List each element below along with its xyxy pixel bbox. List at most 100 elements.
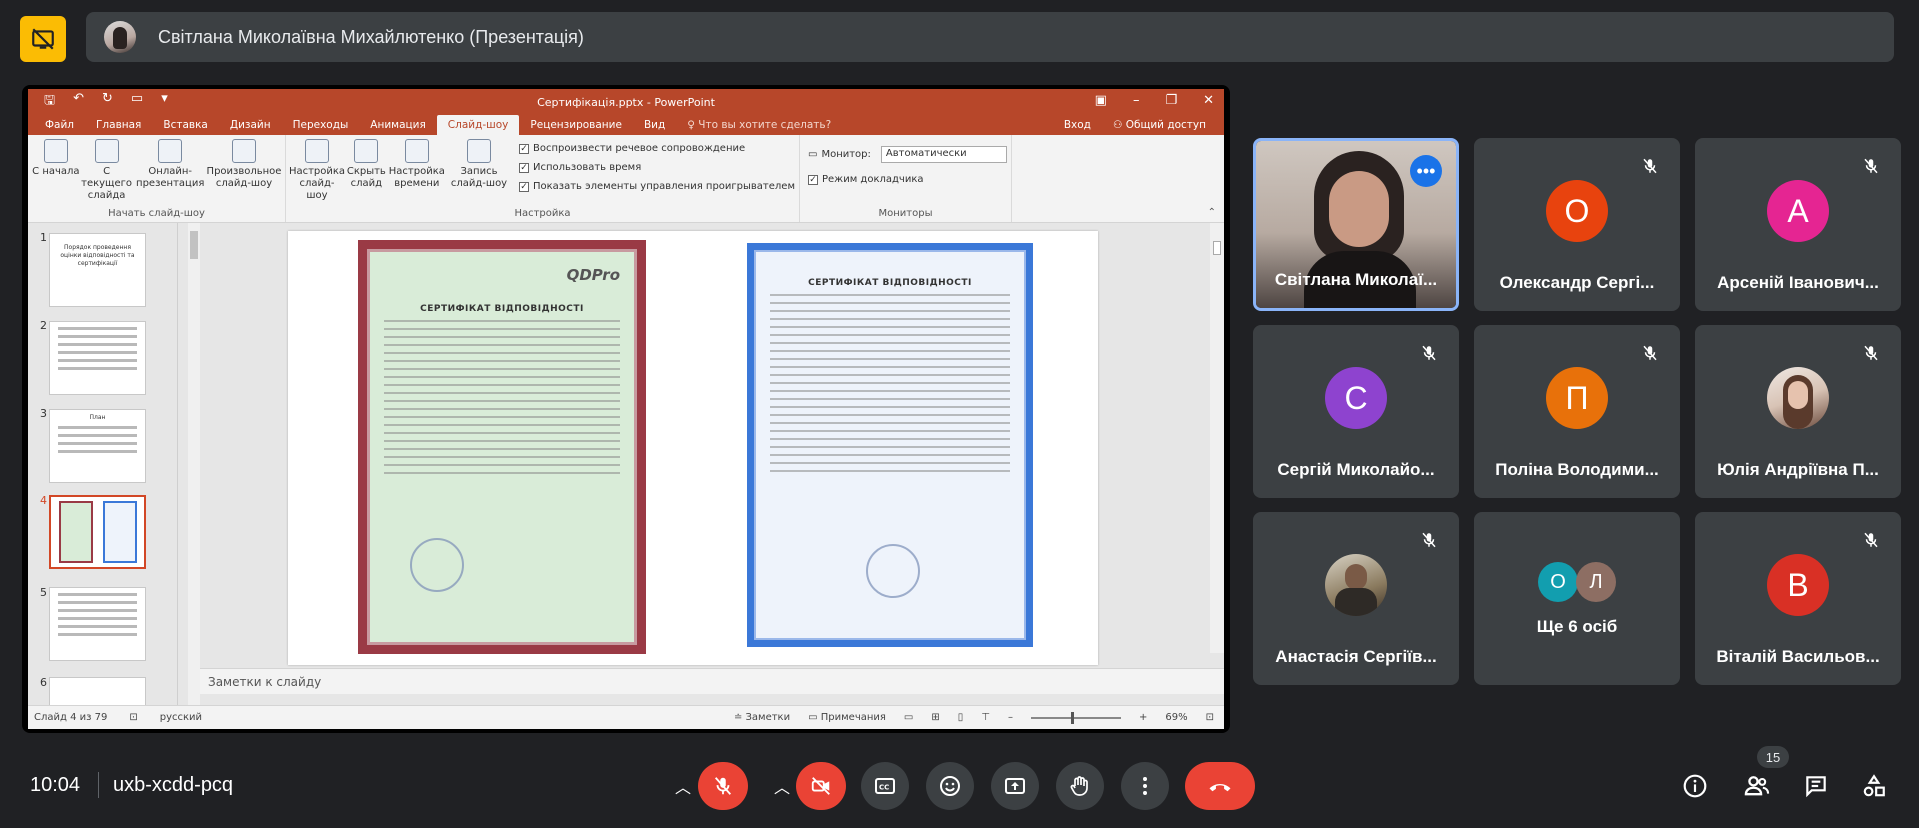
present-now-button[interactable] [991,762,1039,810]
notes-toggle[interactable]: ≐ Заметки [734,712,790,723]
participant-tile[interactable]: Анастасія Сергіїв... [1253,512,1459,685]
fit-slide-icon[interactable]: ⊡ [1206,712,1214,723]
restore-icon[interactable]: ❐ [1165,93,1177,108]
zoom-in-icon[interactable]: + [1139,712,1147,723]
checkbox-checked-icon: ✓ [518,181,529,192]
slide-thumbnail[interactable] [49,587,146,661]
participant-tile[interactable]: О Олександр Сергі... [1474,138,1680,311]
captions-button[interactable]: CC [861,762,909,810]
normal-view-icon[interactable]: ▭ [904,712,913,723]
tab-home[interactable]: Главная [85,119,152,135]
participant-tile[interactable]: С Сергій Миколайо... [1253,325,1459,498]
ribbon-group-start: С начала С текущего слайда Онлайн-презен… [28,135,286,222]
ribbon-group-setup: Настройка слайд-шоу Скрыть слайд Настрой… [286,135,800,222]
slide-thumbnail-current[interactable] [49,495,146,569]
participant-tile[interactable]: Юлія Андріївна П... [1695,325,1901,498]
hang-up-icon [1209,783,1231,792]
spellcheck-icon[interactable]: ⊡ [129,712,137,723]
zoom-slider[interactable] [1030,711,1121,724]
language-indicator[interactable]: русский [160,712,202,723]
tell-me-box[interactable]: ♀ Что вы хотите сделать? [676,119,842,135]
monitor-select[interactable]: Автоматически [880,146,1007,163]
share-button[interactable]: ⚇ Общий доступ [1113,119,1206,131]
tell-me-text: Что вы хотите сделать? [698,119,832,131]
raise-hand-button[interactable] [1056,762,1104,810]
powerpoint-window: 🖫 ↶ ↻ ▭ ▾ Сертифікація.pptx - PowerPoint… [28,89,1224,729]
show-media-controls-checkbox[interactable]: ✓ Показать элементы управления проигрыват… [518,177,795,196]
leave-call-button[interactable] [1185,762,1255,810]
tab-view[interactable]: Вид [633,119,676,135]
zoom-out-icon[interactable]: – [1008,712,1013,723]
notes-pane[interactable]: Заметки к слайду [200,668,1224,694]
comments-toggle[interactable]: ▭ Примечания [808,712,886,723]
participant-name: Анастасія Сергіїв... [1275,647,1437,666]
reading-view-icon[interactable]: ▯ [958,712,964,723]
present-screen-icon [1005,778,1025,794]
certificate-image-2: СЕРТИФІКАТ ВІДПОВІДНОСТІ [747,243,1033,647]
current-slide[interactable]: QDPro СЕРТИФІКАТ ВІДПОВІДНОСТІ СЕРТИФІКА… [288,231,1098,665]
camera-toggle-button[interactable] [796,762,846,810]
zoom-level[interactable]: 69% [1165,712,1187,723]
slideshow-view-icon[interactable]: ⊤ [981,712,990,723]
tab-transitions[interactable]: Переходы [282,119,360,135]
slide-thumbnails: 1 Порядок проведення оцінки відповідност… [28,223,178,705]
presenter-banner[interactable]: Світлана Миколаївна Михайлютенко (Презен… [86,12,1894,62]
presentation-toggle-button[interactable] [20,16,66,62]
qat-customize-icon[interactable]: ▾ [161,91,168,113]
slide-thumbnail[interactable]: Порядок проведення оцінки відповідності … [49,233,146,307]
tab-review[interactable]: Рецензирование [519,119,633,135]
redo-icon[interactable]: ↻ [102,91,113,113]
people-button[interactable] [1741,770,1773,802]
chat-button[interactable] [1800,770,1832,802]
undo-icon[interactable]: ↶ [73,91,84,113]
present-off-icon [32,28,54,50]
use-timings-checkbox[interactable]: ✓ Использовать время [518,158,795,177]
more-options-button[interactable]: ••• [1410,155,1442,187]
participant-tile[interactable]: ••• Світлана Миколаї... [1253,138,1459,311]
tab-slideshow[interactable]: Слайд-шоу [436,115,520,135]
microphone-toggle-button[interactable] [698,762,748,810]
activities-button[interactable] [1858,770,1890,802]
others-tile[interactable]: О Л Ще 6 осіб [1474,512,1680,685]
slide-thumbnail[interactable] [49,677,146,705]
pp-ribbon: С начала С текущего слайда Онлайн-презен… [28,135,1224,223]
tab-animations[interactable]: Анимация [359,119,437,135]
ribbon-display-icon[interactable]: ▣ [1095,93,1107,108]
play-narrations-checkbox[interactable]: ✓ Воспроизвести речевое сопровождение [518,139,795,158]
more-dots-icon: ••• [1416,161,1436,181]
participant-tile[interactable]: П Поліна Володими... [1474,325,1680,498]
mic-off-icon [714,777,732,795]
reactions-button[interactable] [926,762,974,810]
participant-count-badge: 15 [1757,746,1789,768]
meeting-details-button[interactable] [1679,770,1711,802]
participant-tile[interactable]: В Віталій Васильов... [1695,512,1901,685]
meeting-code[interactable]: uxb-xcdd-pcq [113,774,233,797]
thumb-number: 5 [40,586,47,599]
stamp-seal [866,544,920,598]
more-options-button[interactable] [1121,762,1169,810]
slide-scrollbar[interactable] [1210,223,1224,653]
sign-in-link[interactable]: Вход [1064,119,1091,131]
play-narrations-label: Воспроизвести речевое сопровождение [532,143,746,154]
slideshow-start-icon[interactable]: ▭ [131,91,143,113]
presenter-view-checkbox[interactable]: ✓ Режим докладчика [808,170,1007,189]
slide-sorter-icon[interactable]: ⊞ [931,712,939,723]
audio-options-button[interactable]: ︿ [663,762,703,810]
setup-icon [305,139,329,163]
slide-thumbnail[interactable]: План [49,409,146,483]
save-icon[interactable]: 🖫 [44,91,55,113]
thumbnails-scrollbar[interactable] [188,223,200,705]
slide-thumbnail[interactable] [49,321,146,395]
monitor-icon: ▭ [808,149,818,160]
tab-insert[interactable]: Вставка [152,119,219,135]
record-slideshow-label: Запись слайд-шоу [450,166,508,189]
svg-text:CC: CC [879,784,889,792]
minimize-icon[interactable]: – [1133,93,1140,108]
close-icon[interactable]: ✕ [1203,93,1214,108]
slide-counter: Слайд 4 из 79 [34,712,108,723]
participant-tile[interactable]: А Арсеній Іванович... [1695,138,1901,311]
tab-design[interactable]: Дизайн [219,119,282,135]
collapse-ribbon-icon[interactable]: ⌃ [1208,207,1216,218]
tab-file[interactable]: Файл [34,119,85,135]
ribbon-group-start-label: Начать слайд-шоу [108,208,205,219]
